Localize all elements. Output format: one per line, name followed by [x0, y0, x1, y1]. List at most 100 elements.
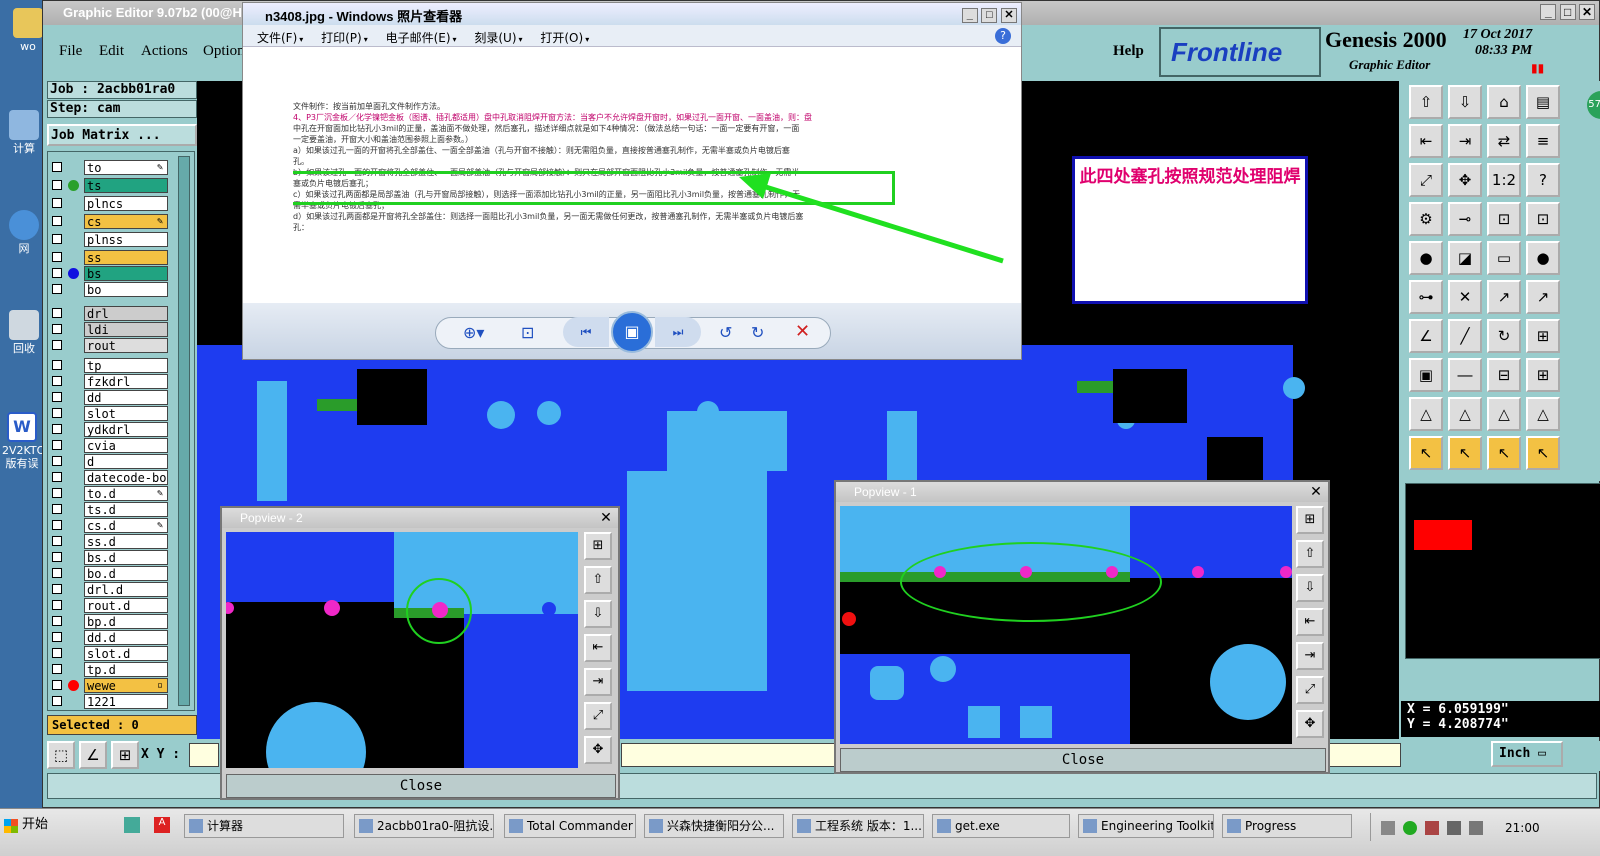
menu-burn[interactable]: 刻录(U) — [474, 31, 516, 45]
pdf-icon[interactable]: A — [154, 817, 170, 833]
layer-row[interactable]: fzkdrl — [50, 374, 172, 389]
layer-checkbox[interactable] — [52, 680, 62, 690]
tool-button-layer[interactable]: ⊡ — [1487, 202, 1521, 236]
popview-pan-right-button[interactable]: ⇥ — [584, 668, 612, 696]
tool-button-zoom-left[interactable]: ⇤ — [1409, 124, 1443, 158]
tool-button-cross[interactable]: ✕ — [1448, 280, 1482, 314]
grid-button[interactable]: ⊞ — [111, 741, 139, 769]
popview-title-bar[interactable]: Popview - 2 ✕ — [222, 508, 618, 528]
desktop-icon-computer[interactable]: 计算 — [4, 110, 44, 155]
popview-title-bar[interactable]: Popview - 1 ✕ — [836, 482, 1328, 502]
tool-button-ruler[interactable]: ▭ — [1487, 241, 1521, 275]
layer-row[interactable]: plncs — [50, 196, 172, 211]
layer-checkbox[interactable] — [52, 648, 62, 658]
tool-button-settings[interactable]: ⚙ — [1409, 202, 1443, 236]
menu-file[interactable]: 文件(F) — [257, 31, 297, 45]
tool-button-pad[interactable]: ● — [1409, 241, 1443, 275]
tray-icon[interactable] — [1447, 821, 1461, 835]
tool-button-measure[interactable]: ⊸ — [1448, 202, 1482, 236]
measure-button[interactable]: ∠ — [79, 741, 107, 769]
close-icon[interactable]: ✕ — [598, 509, 614, 525]
layer-row[interactable]: cs.d ✎ — [50, 518, 172, 533]
tool-button-pointer[interactable]: ↖ — [1487, 436, 1521, 470]
tray-icon[interactable] — [1403, 821, 1417, 835]
menu-edit[interactable]: Edit — [99, 43, 124, 60]
zoom-area-button[interactable]: ⬚ — [47, 741, 75, 769]
tool-button-triangle[interactable]: △ — [1448, 397, 1482, 431]
layer-checkbox[interactable] — [52, 340, 62, 350]
menu-file[interactable]: File — [59, 43, 82, 60]
layer-row[interactable]: ydkdrl — [50, 422, 172, 437]
layer-scrollbar[interactable] — [178, 156, 190, 706]
taskbar-task[interactable]: get.exe — [932, 814, 1070, 838]
xy-input[interactable] — [189, 743, 219, 767]
popview-pan-left-button[interactable]: ⇤ — [1296, 608, 1324, 636]
popview-zoom-button[interactable]: ⊞ — [584, 532, 612, 560]
layer-checkbox[interactable] — [52, 360, 62, 370]
tool-button-pan[interactable]: ✥ — [1448, 163, 1482, 197]
layer-row[interactable]: ts.d — [50, 502, 172, 517]
layer-row[interactable]: bo — [50, 282, 172, 297]
taskbar-task[interactable]: Total Commander 7.0... — [504, 814, 636, 838]
tool-button-rotate[interactable]: ↻ — [1487, 319, 1521, 353]
menu-print[interactable]: 打印(P) — [321, 31, 362, 45]
desktop-icon-recycle-bin[interactable]: 回收 — [4, 310, 44, 355]
popview-fit-button[interactable]: ⤢ — [584, 702, 612, 730]
layer-checkbox[interactable] — [52, 488, 62, 498]
previous-icon[interactable]: ⏮ — [563, 317, 609, 347]
start-button[interactable]: 开始 — [0, 813, 58, 839]
taskbar-task[interactable]: 2acbb01ra0-阻抗设... — [354, 814, 494, 838]
layer-row[interactable]: cs ✎ — [50, 214, 172, 229]
popview-center-button[interactable]: ✥ — [1296, 710, 1324, 738]
popview-pan-down-button[interactable]: ⇩ — [584, 600, 612, 628]
layer-checkbox[interactable] — [52, 552, 62, 562]
layer-checkbox[interactable] — [52, 456, 62, 466]
layer-row[interactable]: rout — [50, 338, 172, 353]
desktop-icon-network[interactable]: 网 — [4, 210, 44, 255]
layer-checkbox[interactable] — [52, 408, 62, 418]
layer-checkbox[interactable] — [52, 616, 62, 626]
layer-row[interactable]: slot.d — [50, 646, 172, 661]
tool-button-arrow[interactable]: ↗ — [1487, 280, 1521, 314]
layer-checkbox[interactable] — [52, 198, 62, 208]
minimize-icon[interactable]: _ — [1540, 4, 1557, 20]
popview-pan-up-button[interactable]: ⇧ — [584, 566, 612, 594]
layer-checkbox[interactable] — [52, 696, 62, 706]
popview-close-button[interactable]: Close — [226, 774, 616, 798]
popview-canvas[interactable] — [226, 532, 578, 768]
tool-button-box[interactable]: ▣ — [1409, 358, 1443, 392]
taskbar-task[interactable]: Progress — [1222, 814, 1352, 838]
tool-button-dot[interactable]: ● — [1526, 241, 1560, 275]
menu-actions[interactable]: Actions — [141, 43, 188, 60]
taskbar-task[interactable]: 计算器 — [184, 814, 344, 838]
layer-row[interactable]: tp — [50, 358, 172, 373]
layer-row[interactable]: datecode-bo — [50, 470, 172, 485]
layer-row[interactable]: bs — [50, 266, 172, 281]
layer-checkbox[interactable] — [52, 252, 62, 262]
tool-button-arrow[interactable]: ↗ — [1526, 280, 1560, 314]
layer-row[interactable]: dd.d — [50, 630, 172, 645]
popview-fit-button[interactable]: ⤢ — [1296, 676, 1324, 704]
delete-icon[interactable]: ✕ — [795, 321, 810, 342]
desktop-icon-word-doc[interactable]: W 2V2KTO 版有误 — [2, 412, 45, 470]
layer-row[interactable]: to.d ✎ — [50, 486, 172, 501]
photo-viewer-title-bar[interactable]: n3408.jpg - Windows 照片查看器 _ □ ✕ — [243, 3, 1021, 25]
layer-checkbox[interactable] — [52, 504, 62, 514]
maximize-icon[interactable]: □ — [1559, 4, 1576, 20]
menu-help[interactable]: Help — [1113, 43, 1144, 60]
tool-button-pointer[interactable]: ↖ — [1526, 436, 1560, 470]
tool-button-triangle[interactable]: △ — [1487, 397, 1521, 431]
tool-button-connect[interactable]: ⊶ — [1409, 280, 1443, 314]
popview-pan-right-button[interactable]: ⇥ — [1296, 642, 1324, 670]
taskbar-task[interactable]: Engineering Toolkit 9.... — [1078, 814, 1214, 838]
layer-row[interactable]: drl.d — [50, 582, 172, 597]
tool-button-help[interactable]: ? — [1526, 163, 1560, 197]
popview-zoom-button[interactable]: ⊞ — [1296, 506, 1324, 534]
tool-button-zoom-right[interactable]: ⇥ — [1448, 124, 1482, 158]
popview-center-button[interactable]: ✥ — [584, 736, 612, 764]
layer-checkbox[interactable] — [52, 536, 62, 546]
tool-button-undo[interactable]: ⇧ — [1409, 85, 1443, 119]
tool-button-triangle[interactable]: △ — [1526, 397, 1560, 431]
layer-checkbox[interactable] — [52, 324, 62, 334]
fit-window-icon[interactable]: ⊡ — [521, 323, 534, 342]
